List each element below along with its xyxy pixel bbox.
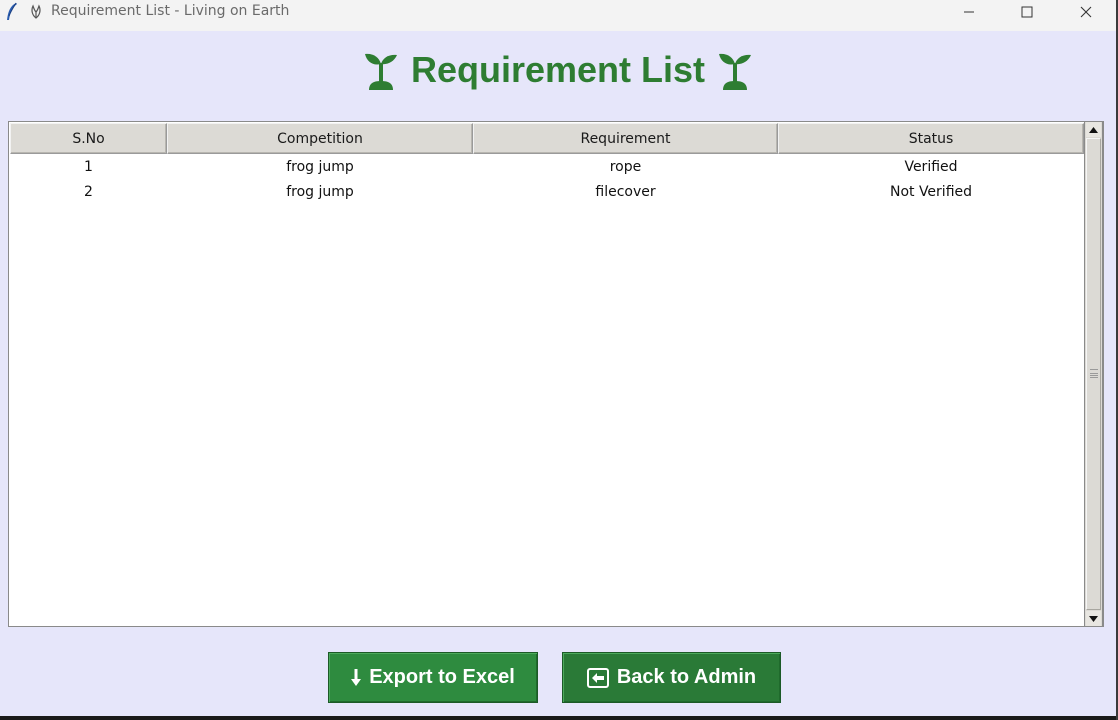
- cell-competition: frog jump: [286, 183, 354, 200]
- requirement-table[interactable]: S.No Competition Requirement Status 1 fr…: [8, 121, 1104, 627]
- download-arrow-icon: [351, 668, 362, 687]
- export-button-label: Export to Excel: [369, 666, 515, 688]
- maximize-button[interactable]: [998, 0, 1056, 24]
- sprout-icon: [364, 53, 397, 90]
- column-header-requirement[interactable]: Requirement: [473, 123, 778, 154]
- export-to-excel-button[interactable]: Export to Excel: [328, 652, 538, 703]
- cell-requirement: rope: [609, 158, 642, 175]
- table-header: S.No Competition Requirement Status: [10, 123, 1084, 154]
- cell-sno: 1: [84, 158, 93, 175]
- cell-requirement: filecover: [595, 183, 656, 200]
- title-bar: Requirement List - Living on Earth: [0, 0, 1116, 31]
- column-header-competition[interactable]: Competition: [167, 123, 473, 154]
- feather-icon: [7, 2, 17, 20]
- back-button-label: Back to Admin: [616, 666, 757, 688]
- triangle-down-icon: [1089, 615, 1098, 622]
- column-header-sno[interactable]: S.No: [10, 123, 167, 154]
- column-header-status[interactable]: Status: [778, 123, 1084, 154]
- minimize-icon: [964, 11, 974, 13]
- minimize-button[interactable]: [940, 0, 998, 24]
- vertical-scrollbar[interactable]: [1084, 121, 1103, 627]
- table-body: 1 frog jump rope Verified 2 frog jump fi…: [10, 154, 1084, 204]
- back-arrow-icon: [586, 667, 609, 688]
- close-button[interactable]: [1057, 0, 1115, 24]
- scrollbar-thumb[interactable]: [1086, 138, 1101, 610]
- maximize-icon: [1021, 6, 1033, 18]
- page-title: Requirement List: [410, 49, 706, 90]
- cell-status: Verified: [904, 158, 958, 175]
- cell-status: Not Verified: [889, 183, 973, 200]
- back-to-admin-button[interactable]: Back to Admin: [562, 652, 781, 703]
- page-heading: Requirement List: [0, 48, 1116, 92]
- triangle-up-icon: [1089, 126, 1098, 133]
- close-icon: [1080, 6, 1092, 18]
- app-logo-icon: [31, 4, 41, 19]
- scroll-down-button[interactable]: [1086, 611, 1101, 626]
- table-row[interactable]: 1 frog jump rope Verified: [10, 154, 1084, 179]
- sprout-icon: [719, 53, 752, 90]
- app-window: Requirement List - Living on Earth Requi…: [0, 0, 1116, 716]
- cell-competition: frog jump: [286, 158, 354, 175]
- table-row[interactable]: 2 frog jump filecover Not Verified: [10, 179, 1084, 204]
- scroll-up-button[interactable]: [1086, 122, 1101, 137]
- grip-icon: [1090, 369, 1098, 378]
- window-title: Requirement List - Living on Earth: [51, 3, 290, 19]
- cell-sno: 2: [84, 183, 93, 200]
